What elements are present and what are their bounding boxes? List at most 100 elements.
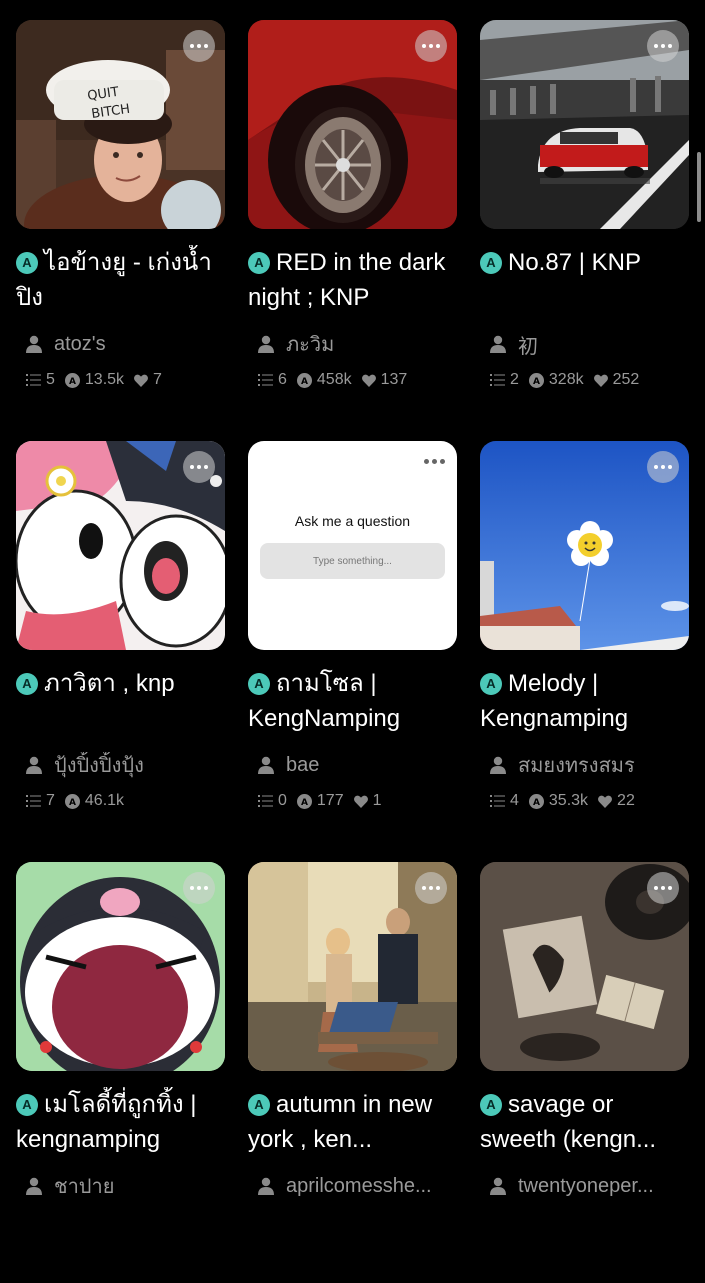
story-badge-icon: A: [248, 1093, 270, 1116]
story-author[interactable]: twentyoneper...: [480, 1173, 689, 1199]
story-title-text: autumn in new york , ken...: [248, 1091, 433, 1153]
story-title-text: เมโลดี้ที่ถูกทิ้ง | kengnamping: [16, 1091, 197, 1153]
author-name: ปุ้งปิ้งปิ้งปุ้ง: [54, 755, 144, 777]
likes-value: 1: [372, 792, 382, 809]
story-title[interactable]: Asavage or sweeth (kengn...: [480, 1087, 689, 1157]
parts-value: 2: [510, 371, 519, 388]
person-icon: [258, 1177, 274, 1195]
parts-value: 5: [46, 371, 55, 388]
story-stats: 0 A 177 1: [248, 790, 457, 812]
story-stats: 4 A 35.3k 22: [480, 790, 689, 812]
likes-count: 22: [598, 792, 635, 810]
heart-icon: [353, 795, 368, 808]
story-card[interactable]: A ภาวิตา , knp ปุ้งปิ้งปิ้งปุ้ง 7 A 46.1k: [16, 441, 225, 862]
likes-value: 137: [380, 371, 408, 388]
story-stats: 2 A 328k 252: [480, 369, 689, 391]
story-author[interactable]: ปุ้งปิ้งปิ้งปุ้ง: [16, 752, 225, 778]
story-title-text: No.87 | KNP: [508, 249, 641, 276]
story-badge-icon: A: [16, 672, 38, 695]
more-icon: [190, 465, 194, 469]
story-title[interactable]: A เมโลดี้ที่ถูกทิ้ง | kengnamping: [16, 1087, 225, 1157]
parts-count: 4: [490, 792, 519, 810]
story-thumbnail[interactable]: [480, 20, 689, 229]
story-thumbnail[interactable]: [248, 20, 457, 229]
parts-value: 6: [278, 371, 287, 388]
story-card[interactable]: A Melody | Kengnamping สมยงทรงสมร 4 A 35.…: [480, 441, 689, 862]
story-title[interactable]: A RED in the dark night ; KNP: [248, 245, 457, 315]
svg-text:A: A: [533, 377, 540, 387]
story-title[interactable]: A ถามโซล | KengNamping: [248, 666, 457, 736]
story-thumbnail[interactable]: [480, 862, 689, 1071]
more-options-button[interactable]: [415, 30, 447, 62]
story-thumbnail[interactable]: QUIT BITCH: [16, 20, 225, 229]
story-title[interactable]: A Melody | Kengnamping: [480, 666, 689, 736]
likes-value: 252: [612, 371, 640, 388]
ask-prompt: Ask me a question: [294, 513, 411, 529]
reads-count: A 13.5k: [64, 371, 125, 389]
story-thumbnail[interactable]: [16, 862, 225, 1071]
story-card[interactable]: A เมโลดี้ที่ถูกทิ้ง | kengnamping ชาปาย: [16, 862, 225, 1283]
reads-icon: A: [296, 372, 312, 388]
parts-count: 6: [258, 371, 287, 389]
story-stats: 7 A 46.1k: [16, 790, 225, 812]
story-card[interactable]: QUIT BITCH A ไอข้างยู - เก่งน้ำปิง atoz's…: [16, 20, 225, 441]
parts-count: 0: [258, 792, 287, 810]
heart-icon: [134, 374, 148, 387]
story-author[interactable]: ชาปาย: [16, 1173, 225, 1199]
story-author[interactable]: atoz's: [16, 331, 225, 357]
reads-count: A 35.3k: [528, 792, 588, 810]
person-icon: [490, 1177, 506, 1195]
story-title[interactable]: Aautumn in new york , ken...: [248, 1087, 457, 1157]
story-thumbnail[interactable]: [248, 862, 457, 1071]
reads-value: 458k: [316, 371, 352, 388]
story-title[interactable]: A ภาวิตา , knp: [16, 666, 225, 736]
story-card[interactable]: Aautumn in new york , ken... aprilcomess…: [248, 862, 457, 1283]
more-options-button[interactable]: [183, 872, 215, 904]
story-card[interactable]: A RED in the dark night ; KNP ภะวิม 6 A 4…: [248, 20, 457, 441]
more-options-button[interactable]: [415, 872, 447, 904]
more-icon: [422, 44, 426, 48]
more-options-button[interactable]: [183, 30, 215, 62]
person-icon: [258, 335, 274, 353]
reads-icon: A: [64, 793, 80, 809]
story-author[interactable]: bae: [248, 752, 457, 778]
ask-question-card[interactable]: Ask me a question Type something...: [248, 441, 457, 650]
author-name: 初: [518, 335, 538, 358]
story-title[interactable]: A No.87 | KNP: [480, 245, 689, 315]
story-author[interactable]: ภะวิม: [248, 331, 457, 357]
ask-input[interactable]: Type something...: [260, 543, 445, 579]
story-card[interactable]: Asavage or sweeth (kengn... twentyoneper…: [480, 862, 689, 1283]
reads-value: 177: [316, 792, 344, 809]
story-badge-icon: A: [16, 251, 38, 274]
list-icon: [26, 374, 41, 386]
parts-count: 5: [26, 371, 55, 389]
reads-icon: A: [296, 793, 312, 809]
more-options-button[interactable]: [647, 451, 679, 483]
story-author[interactable]: 初: [480, 331, 689, 357]
more-options-button[interactable]: [647, 30, 679, 62]
story-title[interactable]: A ไอข้างยู - เก่งน้ำปิง: [16, 245, 225, 315]
author-name: ภะวิม: [286, 334, 335, 356]
story-card[interactable]: Ask me a question Type something... A ถาม…: [248, 441, 457, 862]
story-thumbnail[interactable]: [16, 441, 225, 650]
author-name: aprilcomesshe...: [286, 1174, 432, 1197]
list-icon: [490, 374, 505, 386]
story-thumbnail[interactable]: [480, 441, 689, 650]
heart-icon: [593, 374, 608, 387]
story-author[interactable]: aprilcomesshe...: [248, 1173, 457, 1199]
reads-value: 13.5k: [84, 371, 125, 388]
likes-count: 252: [593, 371, 640, 389]
more-options-button[interactable]: [183, 451, 215, 483]
story-author[interactable]: สมยงทรงสมร: [480, 752, 689, 778]
likes-value: 22: [617, 792, 635, 809]
story-stats: 6 A 458k 137: [248, 369, 457, 391]
story-card[interactable]: A No.87 | KNP 初 2 A 328k 252: [480, 20, 689, 441]
more-icon: [424, 459, 429, 464]
more-options-button[interactable]: [424, 459, 445, 464]
svg-text:A: A: [301, 798, 308, 808]
more-options-button[interactable]: [647, 872, 679, 904]
scrollbar[interactable]: [697, 152, 701, 222]
list-icon: [26, 795, 41, 807]
parts-count: 7: [26, 792, 55, 810]
likes-value: 7: [153, 371, 162, 388]
